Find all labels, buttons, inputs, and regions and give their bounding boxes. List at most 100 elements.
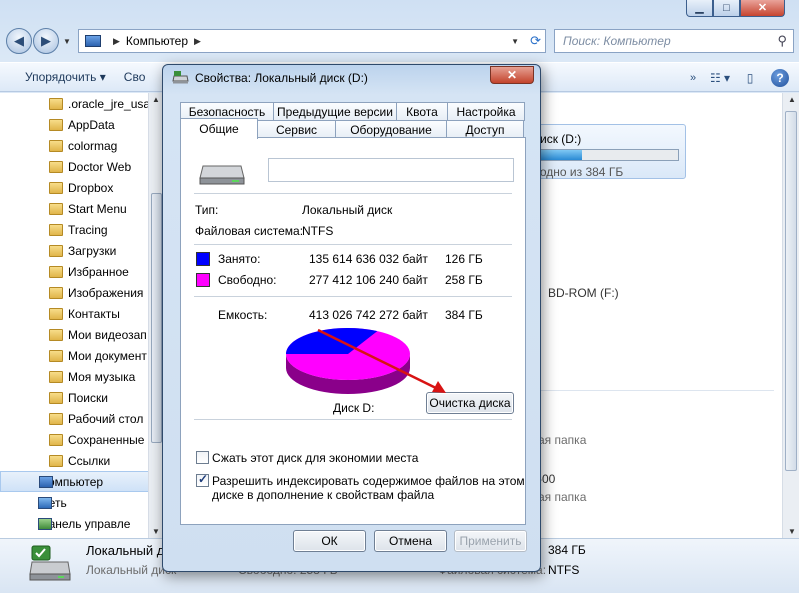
sidebar-item[interactable]: Сохраненные (0, 429, 162, 450)
ok-button[interactable]: ОК (293, 530, 366, 552)
scroll-thumb[interactable] (785, 111, 797, 471)
sidebar-item[interactable]: Рабочий стол (0, 408, 162, 429)
sidebar-item[interactable]: Ссылки (0, 450, 162, 471)
tab-quota[interactable]: Квота (396, 102, 448, 121)
computer-icon (39, 475, 53, 488)
help-button[interactable]: ? (769, 67, 791, 89)
details-capacity: 384 ГБ (548, 543, 586, 557)
pictures-icon (49, 286, 63, 299)
sidebar-item-label: Рабочий стол (68, 411, 144, 426)
sidebar-item[interactable]: colormag (0, 135, 162, 156)
scroll-thumb[interactable] (151, 193, 162, 443)
help-icon: ? (771, 69, 789, 87)
section-divider (534, 390, 774, 391)
tab-general[interactable]: Общие (180, 118, 258, 139)
sidebar-item[interactable]: .oracle_jre_usag (0, 93, 162, 114)
sidebar-item[interactable]: Избранное (0, 261, 162, 282)
sidebar-item-label: Doctor Web (68, 159, 132, 174)
folder-icon (49, 223, 63, 236)
sidebar-item-label: Start Menu (68, 201, 127, 216)
bd-rom-drive[interactable]: BD-ROM (F:) (548, 286, 619, 300)
sidebar-item-label: AppData (68, 117, 115, 132)
sidebar-item-computer[interactable]: Компьютер (0, 471, 162, 492)
cancel-button[interactable]: Отмена (374, 530, 447, 552)
scroll-up-icon[interactable]: ▲ (788, 95, 796, 104)
sidebar-item-label: Сохраненные (68, 432, 145, 447)
tab-previous-versions[interactable]: Предыдущие версии (273, 102, 397, 121)
filesystem-value: NTFS (302, 224, 334, 238)
view-options-icon[interactable]: ☷ ▾ (709, 67, 731, 89)
index-label-line1[interactable]: Разрешить индексировать содержимое файло… (212, 474, 525, 488)
sidebar-item-label: .oracle_jre_usag (68, 96, 157, 111)
navigation-scrollbar[interactable]: ▲ ▼ (148, 93, 163, 538)
chevron-right-icon[interactable]: ▶ (194, 36, 201, 47)
more-commands-icon[interactable]: » (685, 67, 701, 89)
downloads-icon (49, 244, 63, 257)
drive-usage-fill (534, 150, 582, 160)
back-button[interactable]: ◀ (6, 28, 32, 54)
compress-label[interactable]: Сжать этот диск для экономии места (212, 451, 418, 465)
free-bytes: 277 412 106 240 байт (309, 273, 428, 287)
folder-icon (49, 139, 63, 152)
breadcrumb-computer[interactable]: Компьютер (126, 34, 188, 48)
sidebar-item-label: Контакты (68, 306, 120, 321)
folder-icon (49, 160, 63, 173)
properties-command[interactable]: Сво (124, 70, 146, 84)
documents-icon (49, 349, 63, 362)
sidebar-item-control-panel[interactable]: Панель управле (0, 513, 162, 534)
scroll-down-icon[interactable]: ▼ (152, 527, 160, 536)
volume-label-input[interactable] (268, 158, 514, 182)
command-bar-right: » ☷ ▾ ▯ ? (685, 63, 799, 93)
refresh-icon[interactable]: ⟳ (530, 33, 541, 49)
sidebar-item-label: Мои видеозап (68, 327, 147, 342)
sidebar-item-label: Dropbox (68, 180, 114, 195)
history-dropdown[interactable]: ▼ (60, 37, 74, 46)
tab-customize[interactable]: Настройка (447, 102, 525, 121)
index-label-line2[interactable]: диске в дополнение к свойствам файла (212, 488, 434, 502)
search-icon[interactable]: ⚲ (777, 33, 787, 49)
sidebar-item[interactable]: Контакты (0, 303, 162, 324)
navigation-pane: .oracle_jre_usag AppData colormag Doctor We… (0, 93, 163, 538)
dialog-close-button[interactable]: ✕ (490, 66, 534, 84)
sidebar-item-label: Мои документ (68, 348, 147, 363)
sidebar-item[interactable]: Моя музыка (0, 366, 162, 387)
address-bar[interactable]: ▶ Компьютер ▶ ▼ ⟳ (78, 29, 546, 53)
close-button[interactable]: ✕ (740, 0, 785, 17)
window-controls: ▁ □ ✕ (686, 0, 785, 17)
sidebar-item[interactable]: Tracing (0, 219, 162, 240)
disk-cleanup-button[interactable]: Очистка диска (426, 392, 514, 414)
apply-button[interactable]: Применить (454, 530, 527, 552)
capacity-bytes: 413 026 742 272 байт (309, 308, 428, 322)
sidebar-item[interactable]: Загрузки (0, 240, 162, 261)
address-dropdown-icon[interactable]: ▼ (511, 37, 519, 46)
scroll-down-icon[interactable]: ▼ (788, 527, 796, 536)
sidebar-item-label: Избранное (68, 264, 129, 279)
search-input[interactable]: Поиск: Компьютер ⚲ (554, 29, 794, 53)
navigation-bar: ◀ ▶ ▼ ▶ Компьютер ▶ ▼ ⟳ Поиск: Компьютер… (6, 26, 794, 56)
details-fs-value: NTFS (548, 563, 580, 577)
sidebar-item[interactable]: Мои видеозап (0, 324, 162, 345)
content-scrollbar[interactable]: ▲ ▼ (782, 93, 799, 538)
drive-d-tile[interactable]: диск (D:) бодно из 384 ГБ (524, 124, 686, 179)
organize-menu[interactable]: Упорядочить ▾ (25, 70, 106, 84)
sidebar-item[interactable]: Изображения (0, 282, 162, 303)
sidebar-item-network[interactable]: Сеть (0, 492, 162, 513)
scroll-up-icon[interactable]: ▲ (152, 95, 160, 104)
index-checkbox[interactable] (196, 472, 209, 487)
preview-pane-icon[interactable]: ▯ (739, 67, 761, 89)
sidebar-item[interactable]: AppData (0, 114, 162, 135)
maximize-button[interactable]: □ (713, 0, 740, 17)
separator (194, 296, 512, 297)
capacity-gb: 384 ГБ (445, 308, 483, 322)
sidebar-item[interactable]: Мои документ (0, 345, 162, 366)
organize-label: Упорядочить (25, 70, 97, 84)
compress-checkbox[interactable] (196, 451, 209, 464)
chevron-right-icon[interactable]: ▶ (113, 36, 120, 47)
forward-arrow-icon: ▶ (41, 33, 51, 48)
minimize-button[interactable]: ▁ (686, 0, 713, 17)
sidebar-item[interactable]: Dropbox (0, 177, 162, 198)
sidebar-item[interactable]: Start Menu (0, 198, 162, 219)
sidebar-item[interactable]: Поиски (0, 387, 162, 408)
forward-button[interactable]: ▶ (33, 28, 59, 54)
sidebar-item[interactable]: Doctor Web (0, 156, 162, 177)
